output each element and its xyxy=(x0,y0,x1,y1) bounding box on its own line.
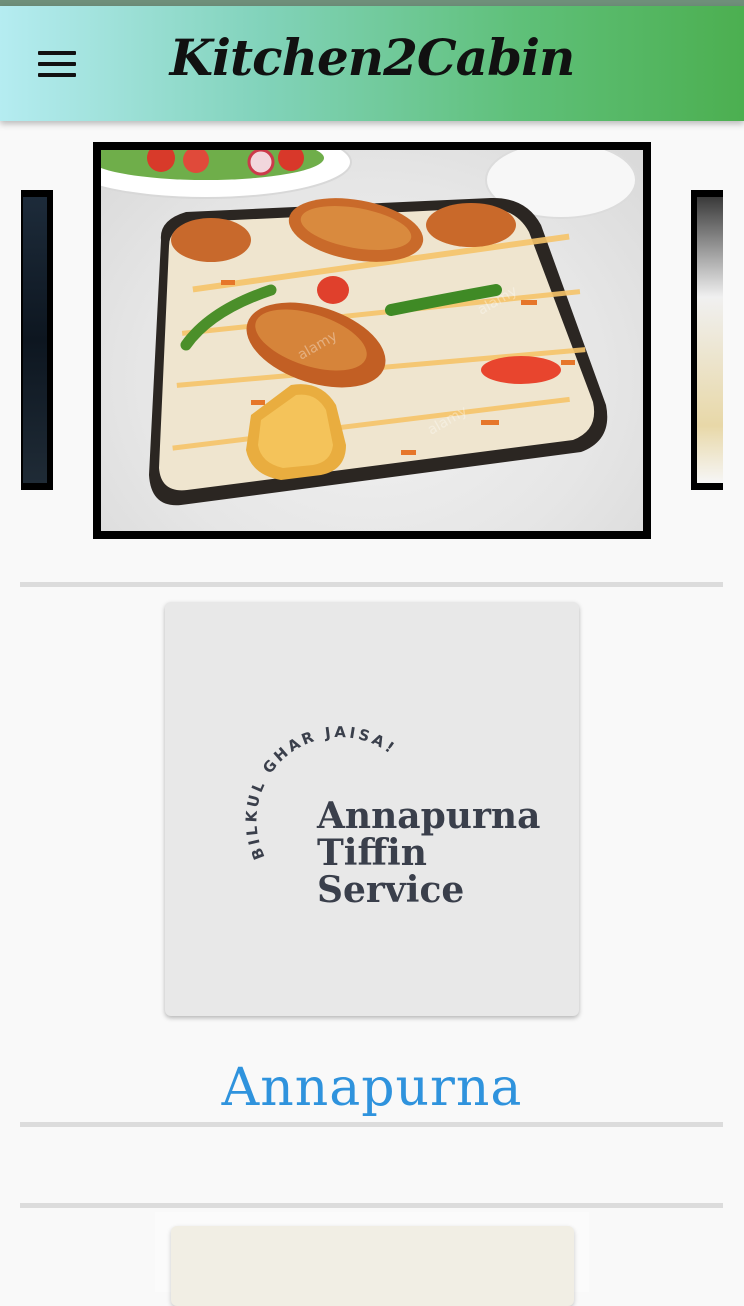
next-vendor-card[interactable] xyxy=(155,1212,589,1306)
logo-line-2: Tiffin xyxy=(317,832,427,874)
vendor-logo-text: Annapurna Tiffin Service xyxy=(317,798,540,909)
carousel-prev-slide[interactable] xyxy=(21,190,53,490)
app-title: Kitchen2Cabin xyxy=(169,28,576,87)
vendor-name[interactable]: Annapurna xyxy=(0,1058,744,1118)
next-vendor-logo xyxy=(171,1226,574,1306)
app-bar: Kitchen2Cabin xyxy=(0,6,744,121)
vendor-logo-card[interactable]: BILKUL GHAR JAISA! Annapurna Tiffin Serv… xyxy=(165,602,579,1016)
biryani-photo: alamy alamy alamy xyxy=(101,150,643,531)
carousel-next-slide[interactable] xyxy=(691,190,723,490)
logo-line-3: Service xyxy=(317,869,465,911)
section-divider xyxy=(20,582,723,587)
section-divider xyxy=(20,1203,723,1208)
logo-line-1: Annapurna xyxy=(317,795,541,837)
section-divider xyxy=(20,1122,723,1127)
carousel-current-slide[interactable]: alamy alamy alamy xyxy=(93,142,651,539)
